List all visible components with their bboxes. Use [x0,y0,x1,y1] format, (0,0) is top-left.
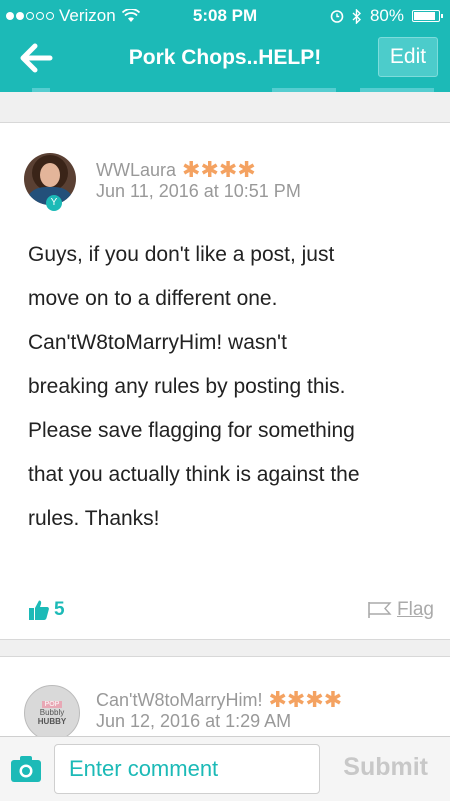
battery-percent: 80% [369,6,404,25]
battery-icon [412,10,443,22]
rating-stars-icon: ✱✱✱✱ [268,687,343,712]
nav-tab-indicators [0,84,450,92]
app-header: Verizon 5:08 PM 80% Pork Chops..HELP! Ed… [0,0,450,92]
like-button[interactable]: 5 [28,599,65,621]
post-line: rules. Thanks! [28,507,160,530]
nav-bar: Pork Chops..HELP! Edit [0,32,450,84]
submit-button[interactable]: Submit [343,753,428,782]
post-line: Can'tW8toMarryHim! wasn't [28,331,287,354]
post-author: Can'tW8toMarryHim! ✱✱✱✱ [96,687,342,713]
post-line: Please save flagging for something [28,419,355,442]
rating-stars-icon: ✱✱✱✱ [182,157,256,182]
status-bar: Verizon 5:08 PM 80% [0,0,450,30]
status-right: 80% [330,6,443,26]
post-body: Guys, if you don't like a post, just mov… [28,233,428,541]
verified-badge-icon: Y [46,195,62,211]
post-card: Y WWLaura ✱✱✱✱ Jun 11, 2016 at 10:51 PM … [0,122,450,640]
post-line: Guys, if you don't like a post, just [28,243,335,266]
camera-icon [11,756,41,782]
thumbs-up-icon [29,600,49,620]
flag-button[interactable]: Flag [367,599,434,621]
bluetooth-icon [352,8,361,24]
comment-input[interactable] [54,744,320,794]
like-count: 5 [54,599,65,620]
flag-icon [368,602,392,618]
comment-bar: Submit [0,736,450,801]
alarm-icon [330,10,344,23]
avatar[interactable]: POP Bubbly HUBBY [24,685,80,741]
edit-button[interactable]: Edit [378,37,438,77]
post-line: breaking any rules by posting this. [28,375,346,398]
camera-button[interactable] [10,755,42,783]
flag-label: Flag [397,599,434,620]
post-timestamp: Jun 11, 2016 at 10:51 PM [96,181,301,201]
post-timestamp: Jun 12, 2016 at 1:29 AM [96,711,292,731]
post-author: WWLaura ✱✱✱✱ [96,157,256,183]
username[interactable]: Can'tW8toMarryHim! [96,690,262,711]
post-line: move on to a different one. [28,287,278,310]
post-line: that you actually think is against the [28,463,360,486]
username[interactable]: WWLaura [96,160,176,181]
